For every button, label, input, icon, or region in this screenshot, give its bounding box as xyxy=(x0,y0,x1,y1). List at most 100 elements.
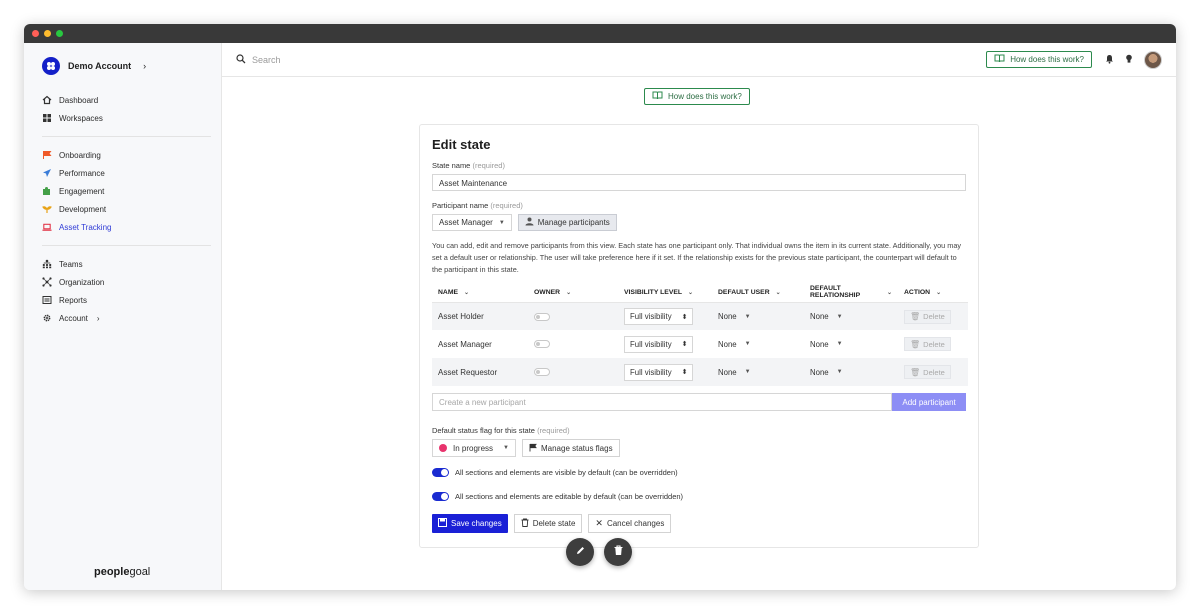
caret-down-icon: ▼ xyxy=(744,313,751,320)
default-relationship-select[interactable]: None ▼ xyxy=(810,340,843,349)
participant-select[interactable]: Asset Manager ▼ xyxy=(432,214,512,231)
minimize-window-button[interactable] xyxy=(44,30,51,37)
visible-by-default-toggle[interactable] xyxy=(432,468,449,478)
sidebar-nav-primary: Dashboard Workspaces xyxy=(24,91,221,127)
delete-participant-button[interactable]: 🗑 Delete xyxy=(904,337,951,352)
sidebar-item-dashboard[interactable]: Dashboard xyxy=(42,91,221,109)
visibility-cell: Full visibility ⬍ xyxy=(618,302,712,331)
sidebar-item-reports[interactable]: Reports xyxy=(42,291,221,309)
maximize-window-button[interactable] xyxy=(56,30,63,37)
default-relationship-select[interactable]: None ▼ xyxy=(810,312,843,321)
default-user-select[interactable]: None ▼ xyxy=(718,368,751,377)
chevron-down-icon: ⌄ xyxy=(688,289,694,296)
manage-participants-label: Manage participants xyxy=(537,218,610,227)
delete-state-label: Delete state xyxy=(532,519,576,529)
trash-icon: 🗑 xyxy=(910,339,921,349)
sidebar-nav-modules: Onboarding Performance Engagement Develo… xyxy=(24,146,221,236)
flag-icon xyxy=(42,150,52,160)
how-does-this-work-link[interactable]: How does this work? xyxy=(644,88,750,105)
form-actions: Save changes Delete state ✕ Cancel chang… xyxy=(432,514,966,534)
column-header-owner[interactable]: OWNER ⌄ xyxy=(528,282,618,303)
visibility-cell: Full visibility ⬍ xyxy=(618,358,712,387)
sidebar-item-teams[interactable]: Teams xyxy=(42,255,221,273)
sidebar-divider xyxy=(42,245,211,246)
search-bar[interactable]: Search xyxy=(236,53,986,66)
avatar[interactable] xyxy=(1144,50,1162,69)
delete-floating-button[interactable] xyxy=(604,538,632,566)
new-participant-input[interactable]: Create a new participant xyxy=(432,393,893,412)
trash-icon: 🗑 xyxy=(910,312,921,322)
delete-state-button[interactable]: Delete state xyxy=(513,514,583,534)
visible-by-default-row: All sections and elements are visible by… xyxy=(432,468,966,478)
sidebar-item-asset-tracking[interactable]: Asset Tracking xyxy=(42,218,221,236)
state-name-field[interactable]: Asset Maintenance xyxy=(432,174,966,191)
how-does-this-work-button[interactable]: How does this work? xyxy=(986,51,1092,68)
book-icon xyxy=(994,54,1005,65)
column-header-action[interactable]: ACTION ⌄ xyxy=(898,282,968,303)
default-user-select[interactable]: None ▼ xyxy=(718,340,751,349)
table-row: Asset Manager Full visibility ⬍ None ▼ Non… xyxy=(432,330,968,358)
editable-by-default-row: All sections and elements are editable b… xyxy=(432,492,966,502)
visibility-select[interactable]: Full visibility ⬍ xyxy=(624,335,694,353)
edit-floating-button[interactable] xyxy=(566,538,594,566)
sidebar-item-account[interactable]: Account › xyxy=(42,309,221,327)
close-icon: ✕ xyxy=(595,518,603,529)
add-participant-button[interactable]: Add participant xyxy=(892,393,966,412)
sidebar-item-engagement[interactable]: Engagement xyxy=(42,182,221,200)
bell-icon[interactable] xyxy=(1105,51,1114,69)
editable-by-default-toggle[interactable] xyxy=(432,492,449,502)
cancel-changes-button[interactable]: ✕ Cancel changes xyxy=(588,514,672,534)
close-window-button[interactable] xyxy=(32,30,39,37)
manage-participants-button[interactable]: Manage participants xyxy=(517,214,617,231)
sidebar-item-workspaces[interactable]: Workspaces xyxy=(42,109,221,127)
owner-toggle[interactable] xyxy=(534,312,550,321)
sidebar-item-label: Onboarding xyxy=(59,150,101,160)
column-header-name[interactable]: NAME ⌄ xyxy=(432,282,528,303)
chevron-down-icon: ⌄ xyxy=(566,289,572,296)
visibility-select[interactable]: Full visibility ⬍ xyxy=(624,363,694,381)
default-relationship-cell: None ▼ xyxy=(804,330,898,358)
default-relationship-select[interactable]: None ▼ xyxy=(810,368,843,377)
column-header-default-user[interactable]: DEFAULT USER ⌄ xyxy=(712,282,804,303)
column-header-visibility[interactable]: VISIBILITY LEVEL ⌄ xyxy=(618,282,712,303)
caret-down-icon: ▼ xyxy=(744,341,751,348)
status-dot-icon xyxy=(439,444,447,453)
owner-toggle[interactable] xyxy=(534,340,550,349)
owner-toggle[interactable] xyxy=(534,368,550,377)
delete-participant-button[interactable]: 🗑 Delete xyxy=(904,365,951,380)
default-user-select[interactable]: None ▼ xyxy=(718,312,751,321)
owner-cell xyxy=(528,330,618,358)
sidebar-item-label: Reports xyxy=(59,295,88,305)
account-switcher[interactable]: Demo Account › xyxy=(24,43,221,89)
search-input[interactable]: Search xyxy=(252,55,281,65)
sidebar-item-organization[interactable]: Organization xyxy=(42,273,221,291)
participant-name-cell: Asset Holder xyxy=(432,302,528,331)
sidebar-item-onboarding[interactable]: Onboarding xyxy=(42,146,221,164)
trash-icon xyxy=(614,543,623,561)
sidebar-item-label: Dashboard xyxy=(59,95,99,105)
sort-arrows-icon: ⬍ xyxy=(681,341,688,349)
delete-participant-button[interactable]: 🗑 Delete xyxy=(904,309,951,324)
action-cell: 🗑 Delete xyxy=(898,358,968,387)
sidebar-item-performance[interactable]: Performance xyxy=(42,164,221,182)
account-name: Demo Account xyxy=(68,61,132,71)
laptop-icon xyxy=(42,222,52,232)
sort-arrows-icon: ⬍ xyxy=(681,369,688,377)
save-changes-button[interactable]: Save changes xyxy=(432,514,508,534)
visibility-select[interactable]: Full visibility ⬍ xyxy=(624,308,694,326)
sidebar-item-label: Engagement xyxy=(59,186,105,196)
editable-by-default-label: All sections and elements are editable b… xyxy=(455,492,684,502)
status-flag-select[interactable]: In progress ▼ xyxy=(432,439,516,458)
save-icon xyxy=(438,518,447,529)
lightbulb-icon[interactable] xyxy=(1125,51,1133,69)
column-header-default-relationship[interactable]: DEFAULT RELATIONSHIP ⌄ xyxy=(804,282,898,303)
brand-logo: peoplegoal xyxy=(94,566,151,578)
participants-help-text: You can add, edit and remove participant… xyxy=(432,241,962,274)
caret-down-icon: ▼ xyxy=(836,341,843,348)
participant-select-value: Asset Manager xyxy=(439,218,493,227)
sidebar-item-label: Teams xyxy=(59,259,83,269)
manage-status-flags-button[interactable]: Manage status flags xyxy=(521,439,620,458)
action-cell: 🗑 Delete xyxy=(898,302,968,331)
default-relationship-cell: None ▼ xyxy=(804,358,898,387)
sidebar-item-development[interactable]: Development xyxy=(42,200,221,218)
